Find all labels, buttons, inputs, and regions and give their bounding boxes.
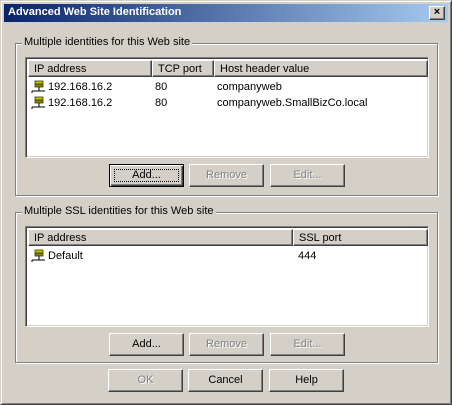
identities-add-button[interactable]: Add... (109, 164, 184, 187)
cell-host: companyweb.SmallBizCo.local (217, 97, 368, 109)
ssl-add-button[interactable]: Add... (109, 333, 184, 356)
column-ssl-port[interactable]: SSL port (293, 229, 428, 246)
network-server-icon (31, 80, 45, 93)
cell-port: 80 (155, 81, 168, 93)
ssl-add-label: Add... (132, 338, 161, 350)
cell-ip: Default (48, 250, 83, 262)
identities-remove-button[interactable]: Remove (189, 164, 264, 187)
ssl-group: Multiple SSL identities for this Web sit… (15, 205, 438, 363)
cancel-button[interactable]: Cancel (188, 369, 263, 392)
help-button[interactable]: Help (269, 369, 344, 392)
column-tcp-port[interactable]: TCP port (152, 60, 214, 77)
list-item[interactable]: 192.168.16.2 80 companyweb.SmallBizCo.lo… (28, 95, 426, 111)
cell-host: companyweb (217, 81, 282, 93)
list-item[interactable]: 192.168.16.2 80 companyweb (28, 79, 426, 95)
cell-port: 444 (298, 250, 317, 262)
ssl-edit-button[interactable]: Edit... (270, 333, 345, 356)
ssl-remove-button[interactable]: Remove (189, 333, 264, 356)
help-label: Help (295, 374, 318, 386)
identities-list[interactable]: IP address TCP port Host header value 19… (25, 57, 429, 158)
ssl-remove-label: Remove (206, 338, 247, 350)
column-host-header[interactable]: Host header value (214, 60, 428, 77)
ssl-group-label: Multiple SSL identities for this Web sit… (22, 205, 216, 217)
network-server-icon (31, 96, 45, 109)
identities-remove-label: Remove (206, 169, 247, 181)
ok-label: OK (137, 374, 154, 386)
ssl-list[interactable]: IP address SSL port Default 444 (25, 226, 429, 327)
network-server-icon (31, 249, 45, 262)
identities-list-header: IP address TCP port Host header value (28, 60, 428, 77)
cell-ip: 192.168.16.2 (48, 81, 113, 93)
close-icon: × (433, 6, 441, 18)
close-button[interactable]: × (429, 6, 445, 20)
identities-group: Multiple identities for this Web site IP… (15, 36, 438, 196)
column-ip-address[interactable]: IP address (28, 229, 293, 246)
title-bar[interactable]: Advanced Web Site Identification × (4, 4, 448, 22)
identities-group-label: Multiple identities for this Web site (22, 36, 193, 48)
ok-button[interactable]: OK (108, 369, 183, 392)
focus-rect (114, 169, 179, 182)
dialog-window: Advanced Web Site Identification × Multi… (0, 0, 452, 405)
ssl-edit-label: Edit... (293, 338, 322, 350)
column-ip-address[interactable]: IP address (28, 60, 152, 77)
ssl-list-header: IP address SSL port (28, 229, 428, 246)
cell-port: 80 (155, 97, 168, 109)
identities-edit-button[interactable]: Edit... (270, 164, 345, 187)
cell-ip: 192.168.16.2 (48, 97, 113, 109)
window-title: Advanced Web Site Identification (8, 6, 182, 18)
identities-edit-label: Edit... (293, 169, 322, 181)
cancel-label: Cancel (208, 374, 243, 386)
list-item[interactable]: Default 444 (28, 248, 426, 264)
